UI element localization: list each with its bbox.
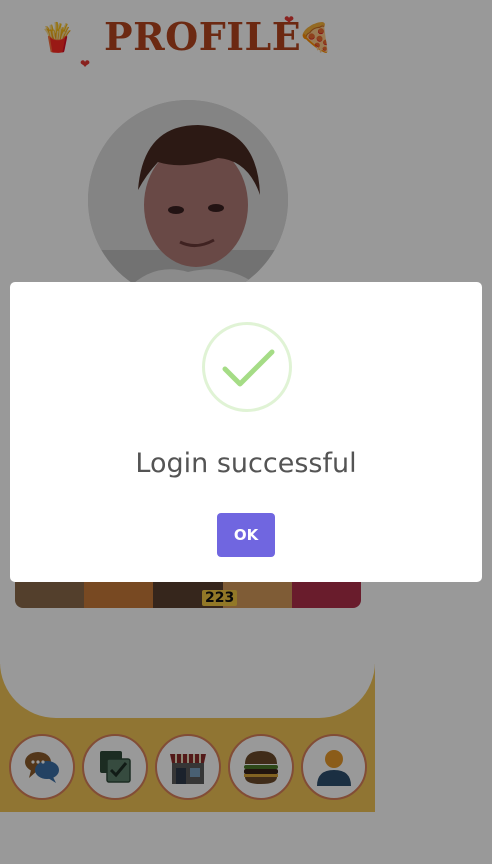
success-check-icon [202,322,292,412]
ok-button[interactable]: OK [217,513,275,557]
login-success-dialog: Login successful OK [10,282,482,582]
dialog-title: Login successful [135,448,357,479]
